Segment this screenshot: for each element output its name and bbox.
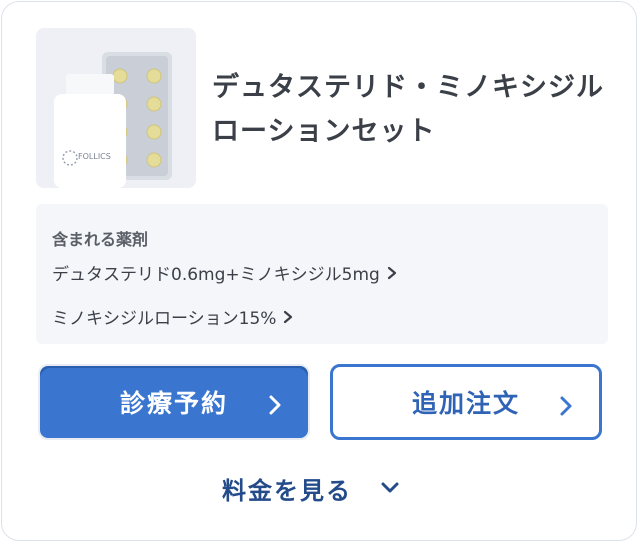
reserve-button[interactable]: 診療予約	[38, 364, 310, 440]
ingredient-link-2[interactable]: ミノキシジルローション15%	[52, 304, 294, 329]
price-toggle-label: 料金を見る	[222, 476, 352, 505]
ingredients-panel: 含まれる薬剤 デュタステリド0.6mg+ミノキシジル5mg ミノキシジルローショ…	[36, 204, 608, 344]
order-button[interactable]: 追加注文	[330, 364, 602, 440]
ingredients-heading: 含まれる薬剤	[52, 230, 149, 249]
reserve-button-label: 診療予約	[119, 389, 228, 418]
price-toggle[interactable]: 料金を見る	[222, 468, 400, 508]
ingredient-link-1[interactable]: デュタステリド0.6mg+ミノキシジル5mg	[52, 260, 398, 285]
ingredient-label: デュタステリド0.6mg+ミノキシジル5mg	[52, 265, 380, 285]
chevron-right-icon	[560, 396, 572, 416]
chevron-right-icon	[269, 395, 281, 415]
chevron-right-icon	[387, 266, 396, 279]
ingredient-label: ミノキシジルローション15%	[52, 309, 277, 329]
chevron-down-icon	[381, 482, 399, 493]
product-card: FOLLICS デュタステリド・ミノキシジルローションセット 含まれる薬剤 デュ…	[1, 1, 637, 541]
order-button-label: 追加注文	[411, 389, 520, 418]
product-title: デュタステリド・ミノキシジルローションセット	[212, 72, 604, 147]
product-image: FOLLICS	[36, 28, 196, 188]
chevron-right-icon	[284, 310, 293, 323]
brand-logo: FOLLICS	[78, 152, 111, 161]
product-illustration	[36, 28, 196, 188]
